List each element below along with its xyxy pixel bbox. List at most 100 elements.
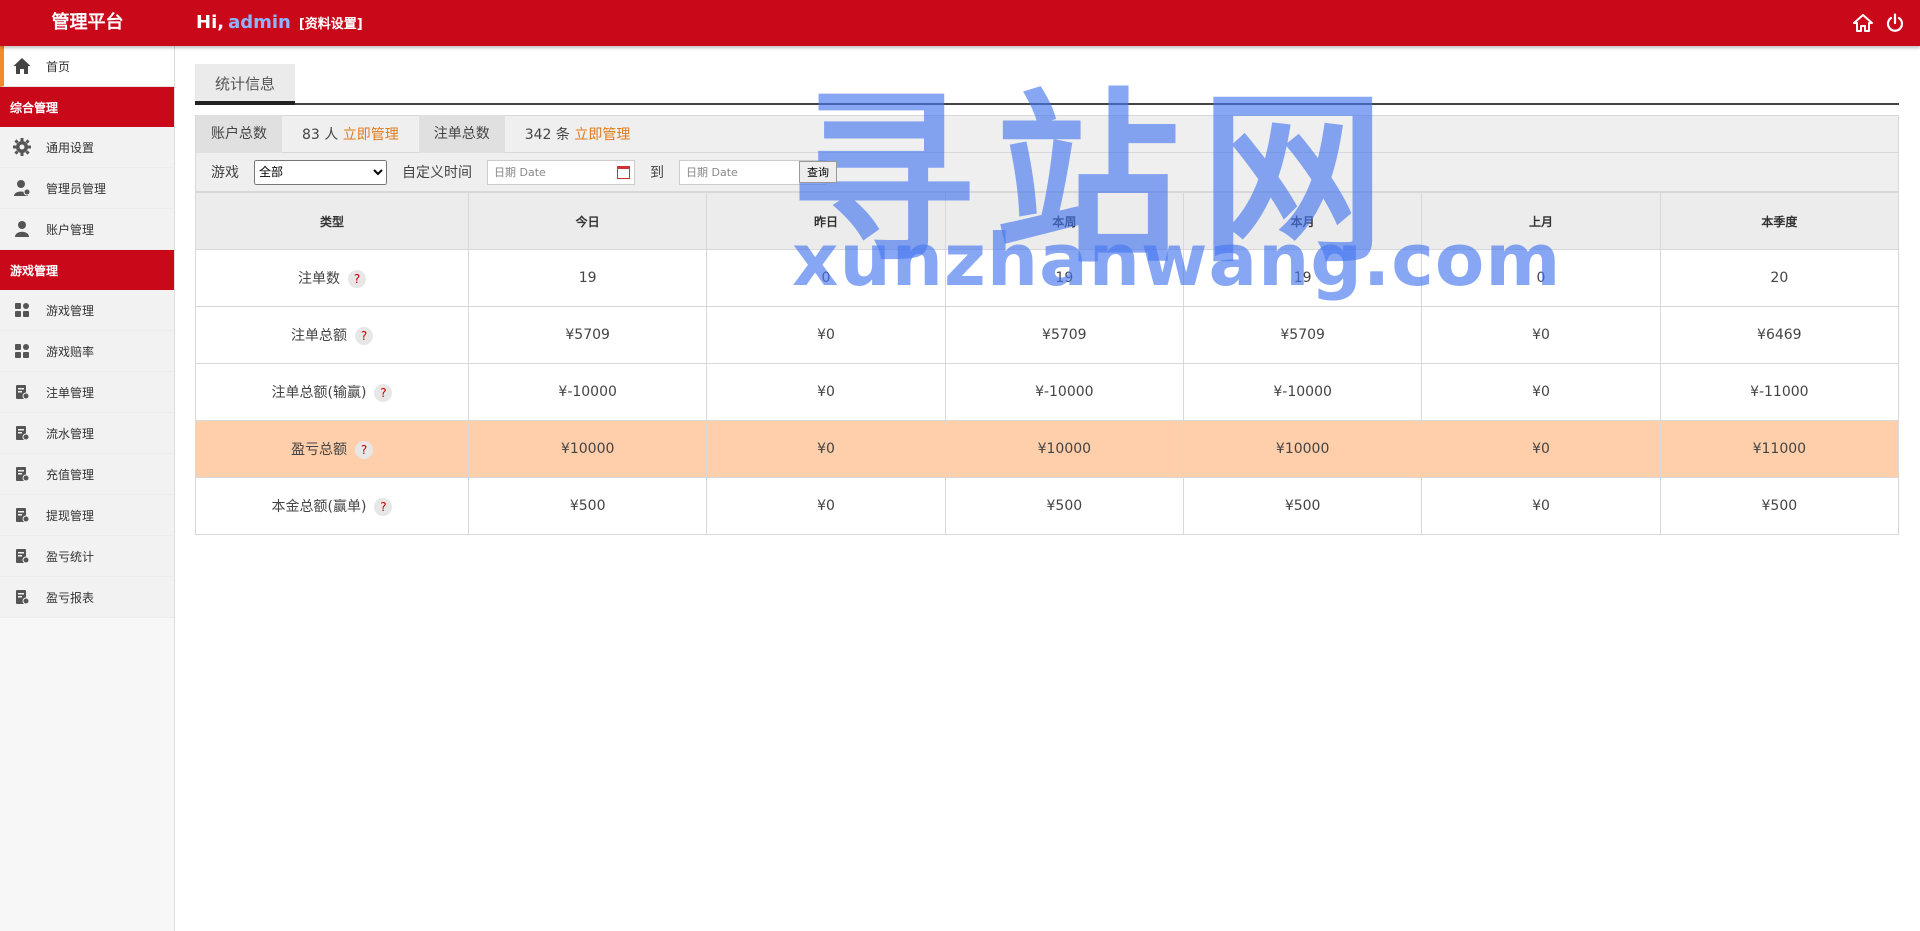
start-date-input[interactable]: 日期 Date — [487, 159, 635, 185]
table-cell: ¥-11000 — [1659, 363, 1900, 421]
table-cell: ¥6469 — [1659, 306, 1900, 364]
table-cell: ¥5709 — [944, 306, 1184, 364]
sidebar-item-label: 盈亏统计 — [46, 549, 95, 564]
column-header: 本月 — [1182, 192, 1423, 250]
sidebar-item-home[interactable]: 首页 — [0, 46, 174, 87]
game-filter-label: 游戏 — [211, 165, 239, 181]
table-cell: 19 — [1182, 249, 1423, 307]
summary-bar: 账户总数 83 人 立即管理 注单总数 342 条 立即管理 — [195, 115, 1899, 153]
query-button[interactable]: 查询 — [799, 161, 837, 183]
help-icon[interactable]: ? — [374, 384, 393, 402]
home-icon — [12, 56, 32, 76]
brand-title: 管理平台 — [51, 12, 124, 33]
greeting-text: Hi, — [196, 12, 225, 33]
sidebar-item-label: 通用设置 — [46, 140, 95, 155]
row-type-cell: 本金总额(赢单)? — [195, 477, 469, 535]
table-cell: ¥0 — [706, 363, 946, 421]
sidebar-item-profit-report[interactable]: 盈亏报表 — [0, 577, 174, 618]
game-select[interactable]: 全部 — [254, 159, 387, 185]
column-header: 类型 — [195, 192, 469, 250]
table-row: 本金总额(赢单)? ¥500 ¥0 ¥500 ¥500 ¥0 ¥500 — [195, 477, 1900, 535]
table-cell: 19 — [944, 249, 1184, 307]
username[interactable]: admin — [228, 12, 291, 33]
table-header-row: 类型 今日 昨日 本周 本月 上月 本季度 — [195, 192, 1900, 250]
table-row: 注单数? 19 0 19 19 0 20 — [195, 249, 1900, 307]
start-date-placeholder: 日期 Date — [494, 166, 546, 179]
column-header: 今日 — [467, 192, 708, 250]
header-icons — [1852, 12, 1906, 34]
report-icon — [12, 505, 32, 525]
row-type-cell: 注单总额? — [195, 306, 469, 364]
sidebar: 首页 综合管理 通用设置 管理员管理 账户管理 游戏管理 游戏管理 游戏赔率 注… — [0, 46, 175, 931]
table-cell: ¥11000 — [1659, 420, 1900, 478]
table-cell: ¥500 — [1182, 477, 1423, 535]
table-cell: ¥-10000 — [467, 363, 708, 421]
table-cell: ¥500 — [944, 477, 1184, 535]
user-icon — [12, 219, 32, 239]
row-type-label: 注单数 — [298, 271, 340, 287]
table-cell: ¥0 — [1421, 306, 1661, 364]
table-cell: ¥0 — [706, 477, 946, 535]
sidebar-group-games: 游戏管理 — [0, 250, 174, 290]
table-cell: 19 — [467, 249, 708, 307]
orders-manage-link[interactable]: 立即管理 — [574, 127, 630, 143]
profile-settings-link[interactable]: [资料设置] — [299, 17, 363, 32]
table-cell: ¥10000 — [467, 420, 708, 478]
table-cell: ¥5709 — [1182, 306, 1423, 364]
sidebar-item-account-management[interactable]: 账户管理 — [0, 209, 174, 250]
top-header: 管理平台 Hi, admin [资料设置] — [0, 0, 1920, 46]
sidebar-group-general: 综合管理 — [0, 87, 174, 127]
table-cell: 0 — [706, 249, 946, 307]
sidebar-item-order-management[interactable]: 注单管理 — [0, 372, 174, 413]
sidebar-item-game-management[interactable]: 游戏管理 — [0, 290, 174, 331]
table-cell: ¥5709 — [467, 306, 708, 364]
table-cell: ¥0 — [1421, 363, 1661, 421]
orders-total-label: 注单总数 — [418, 115, 505, 153]
sidebar-item-label: 管理员管理 — [46, 181, 107, 196]
help-icon[interactable]: ? — [355, 327, 373, 345]
calendar-icon[interactable] — [617, 165, 630, 179]
table-row: 注单总额? ¥5709 ¥0 ¥5709 ¥5709 ¥0 ¥6469 — [195, 306, 1900, 364]
tab-statistics[interactable]: 统计信息 — [195, 64, 295, 105]
sidebar-item-label: 注单管理 — [46, 385, 95, 400]
report-icon — [12, 382, 32, 402]
report-icon — [12, 423, 32, 443]
row-type-label: 本金总额(赢单) — [271, 499, 367, 515]
home-icon[interactable] — [1852, 12, 1874, 34]
sidebar-item-admin-management[interactable]: 管理员管理 — [0, 168, 174, 209]
sidebar-item-flow-management[interactable]: 流水管理 — [0, 413, 174, 454]
table-cell: ¥500 — [1659, 477, 1900, 535]
accounts-manage-link[interactable]: 立即管理 — [343, 127, 399, 143]
gear-icon — [12, 137, 32, 157]
column-header: 上月 — [1421, 192, 1661, 250]
row-type-cell: 注单总额(输赢)? — [195, 363, 469, 421]
table-cell: ¥-10000 — [944, 363, 1184, 421]
sidebar-item-game-odds[interactable]: 游戏赔率 — [0, 331, 174, 372]
sidebar-item-label: 充值管理 — [46, 467, 95, 482]
sidebar-item-general-settings[interactable]: 通用设置 — [0, 127, 174, 168]
help-icon[interactable]: ? — [374, 498, 393, 516]
row-type-label: 盈亏总额 — [291, 442, 347, 458]
power-icon[interactable] — [1884, 12, 1906, 34]
help-icon[interactable]: ? — [348, 270, 366, 288]
sidebar-item-label: 游戏赔率 — [46, 344, 95, 359]
sidebar-item-label: 首页 — [46, 59, 71, 74]
table-cell: ¥10000 — [1182, 420, 1423, 478]
statistics-table: 类型 今日 昨日 本周 本月 上月 本季度 注单数? 19 0 19 19 0 … — [195, 192, 1900, 535]
report-icon — [12, 546, 32, 566]
help-icon[interactable]: ? — [355, 441, 373, 459]
table-cell: ¥-10000 — [1182, 363, 1423, 421]
apps-icon — [12, 300, 32, 320]
sidebar-item-profit-stats[interactable]: 盈亏统计 — [0, 536, 174, 577]
table-row: 注单总额(输赢)? ¥-10000 ¥0 ¥-10000 ¥-10000 ¥0 … — [195, 363, 1900, 421]
sidebar-item-recharge-management[interactable]: 充值管理 — [0, 454, 174, 495]
main-content: 统计信息 账户总数 83 人 立即管理 注单总数 342 条 立即管理 游戏 全… — [195, 64, 1900, 535]
column-header: 本季度 — [1659, 192, 1900, 250]
column-header: 本周 — [944, 192, 1184, 250]
table-row-highlighted: 盈亏总额? ¥10000 ¥0 ¥10000 ¥10000 ¥0 ¥11000 — [195, 420, 1900, 478]
row-type-cell: 注单数? — [195, 249, 469, 307]
sidebar-item-withdraw-management[interactable]: 提现管理 — [0, 495, 174, 536]
report-icon — [12, 464, 32, 484]
table-cell: ¥10000 — [944, 420, 1184, 478]
table-cell: ¥500 — [467, 477, 708, 535]
